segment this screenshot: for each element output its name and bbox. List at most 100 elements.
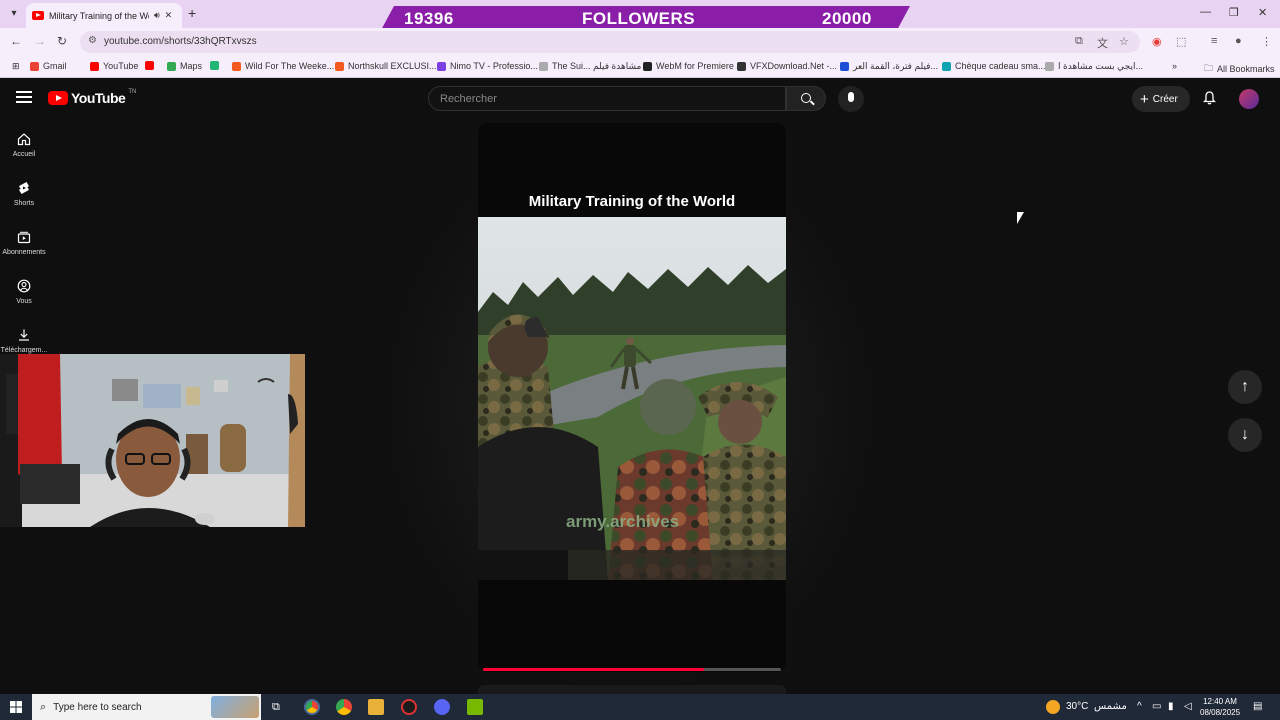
bookmark-star-icon[interactable]: ☆	[1119, 35, 1129, 48]
tray-chevron-icon[interactable]: ^	[1137, 701, 1142, 712]
sidebar-item-subscriptions[interactable]: Abonnements	[0, 230, 48, 256]
browser-menu-icon[interactable]: ⋮	[1261, 35, 1272, 48]
folder-icon: 🗀	[1204, 63, 1214, 73]
new-tab-button[interactable]: +	[188, 5, 196, 21]
task-view-icon[interactable]: ⧉	[272, 701, 280, 714]
bookmark-label: Northskull EXCLUSI...	[348, 61, 437, 71]
weather-sun-icon[interactable]	[1046, 700, 1060, 714]
video-progress-bar[interactable]	[483, 668, 781, 671]
youtube-favicon-icon	[32, 11, 44, 20]
bookmark-favicon-icon	[437, 61, 446, 71]
restore-icon[interactable]: ❐	[1229, 6, 1239, 19]
back-icon[interactable]: ←	[10, 34, 22, 48]
bookmark-item[interactable]: Wild For The Weeke...	[232, 61, 334, 71]
account-avatar[interactable]	[1239, 89, 1259, 109]
bookmark-label: Nimo TV - Professio...	[450, 61, 538, 71]
bookmark-item[interactable]: Gmail	[30, 61, 67, 71]
install-app-icon[interactable]: ⧉	[1075, 35, 1083, 48]
speaker-icon[interactable]: 🔊︎	[154, 10, 160, 21]
youtube-play-icon	[48, 91, 68, 105]
reload-icon[interactable]: ↻	[57, 34, 67, 48]
bookmark-label: WebM for Premiere	[656, 61, 734, 71]
video-overlay-title: Military Training of the World	[528, 193, 736, 210]
nvidia-icon[interactable]	[467, 699, 483, 715]
windows-start-icon[interactable]	[10, 701, 22, 713]
file-explorer-icon[interactable]	[368, 699, 384, 715]
previous-short-button[interactable]: ↑	[1228, 370, 1262, 404]
profile-icon[interactable]: ●	[1235, 35, 1242, 47]
bookmark-item[interactable]: YouTube	[90, 61, 138, 71]
youtube-wordmark: YouTube	[71, 90, 126, 106]
bookmark-favicon-icon	[737, 61, 746, 71]
apps-grid-icon[interactable]: ⊞	[12, 61, 20, 72]
search-input[interactable]	[440, 93, 770, 105]
site-info-icon[interactable]: ⚙︎	[88, 35, 97, 46]
translate-icon[interactable]: 文	[1097, 35, 1108, 51]
bookmark-favicon-icon	[210, 61, 219, 70]
extensions-puzzle-icon[interactable]: ⬚	[1176, 35, 1186, 48]
create-button[interactable]: + Créer	[1132, 86, 1190, 112]
shorts-icon	[19, 182, 29, 194]
chrome-profile-icon[interactable]	[336, 699, 352, 715]
bookmark-item[interactable]	[145, 61, 154, 70]
weather-description: مشمس	[1094, 701, 1127, 712]
bookmark-item[interactable]: Northskull EXCLUSI...	[335, 61, 437, 71]
bookmark-label: Wild For The Weeke...	[245, 61, 335, 71]
discord-icon[interactable]	[434, 699, 450, 715]
search-button[interactable]	[786, 86, 826, 111]
bookmark-favicon-icon	[145, 61, 154, 70]
bookmark-favicon-icon	[30, 61, 39, 71]
bookmark-label: Maps	[180, 61, 203, 71]
bookmark-label: Chèque cadeau sma...	[955, 61, 1046, 71]
bookmark-label: فيلم فترة، القمة العر...	[853, 61, 938, 71]
chrome-icon[interactable]	[304, 699, 320, 715]
microphone-tray-icon[interactable]: ▮	[1168, 701, 1174, 712]
bookmark-favicon-icon	[232, 61, 241, 71]
network-icon[interactable]: ▭	[1152, 701, 1161, 712]
media-control-icon[interactable]: ≡	[1211, 35, 1217, 47]
followers-goal: 20000	[822, 9, 872, 28]
notifications-bell-icon[interactable]	[1203, 91, 1216, 105]
close-tab-icon[interactable]: ✕	[165, 10, 173, 21]
next-short-button[interactable]: ↓	[1228, 418, 1262, 452]
plus-icon: +	[1140, 90, 1149, 108]
notification-center-icon[interactable]: ▤	[1253, 701, 1262, 712]
obs-icon[interactable]	[401, 699, 417, 715]
hamburger-menu-icon[interactable]	[16, 91, 32, 103]
extension-record-icon[interactable]: ◉	[1152, 35, 1162, 48]
all-bookmarks[interactable]: 🗀 All Bookmarks	[1204, 61, 1275, 77]
bookmark-item[interactable]: فيلم فترة، القمة العر...	[840, 61, 938, 72]
volume-icon[interactable]: ◁	[1184, 701, 1192, 712]
bookmark-item[interactable]: WebM for Premiere	[643, 61, 734, 71]
voice-search-button[interactable]	[838, 86, 864, 112]
browser-toolbar: ← → ↻ ⚙︎ youtube.com/shorts/33hQRTxvszs …	[0, 28, 1280, 56]
shorts-player[interactable]: Military Training of the World army.arch…	[478, 123, 786, 672]
active-tab[interactable]: Military Training of the World 🔊︎ ✕	[26, 3, 182, 28]
bookmark-item[interactable]: The Sui... مشاهدة فيلم	[539, 61, 641, 72]
bookmark-item[interactable]: VFXDownload.Net -...	[737, 61, 837, 71]
system-clock[interactable]: 12:40 AM 08/08/2025	[1200, 696, 1240, 718]
tab-search-icon[interactable]: ▾	[6, 6, 22, 22]
sidebar-label-subscriptions: Abonnements	[2, 249, 46, 256]
youtube-logo[interactable]: YouTube TN	[48, 89, 136, 106]
bookmark-item[interactable]: Maps	[167, 61, 202, 71]
bookmark-favicon-icon	[90, 61, 99, 71]
bookmark-item[interactable]: ايجي بست مشاهدة ا...	[1045, 61, 1143, 72]
sidebar-item-shorts[interactable]: Shorts	[0, 181, 48, 207]
bookmark-label: ايجي بست مشاهدة ا...	[1058, 61, 1143, 71]
more-bookmarks-icon[interactable]: »	[1172, 61, 1177, 71]
bookmark-item[interactable]	[210, 61, 219, 70]
bookmark-item[interactable]: Chèque cadeau sma...	[942, 61, 1046, 71]
video-watermark: army.archives	[566, 512, 680, 531]
address-bar[interactable]: ⚙︎ youtube.com/shorts/33hQRTxvszs	[80, 31, 1140, 53]
sidebar-item-home[interactable]: Accueil	[0, 132, 48, 158]
taskbar-search[interactable]: ⌕ Type here to search	[32, 694, 261, 720]
minimize-icon[interactable]: —	[1200, 6, 1211, 18]
sidebar-item-you[interactable]: Vous	[0, 279, 48, 305]
bookmark-item[interactable]: Nimo TV - Professio...	[437, 61, 538, 71]
close-window-icon[interactable]: ✕	[1258, 6, 1267, 19]
bookmark-label: Gmail	[43, 61, 67, 71]
sidebar-item-downloads[interactable]: Téléchargem...	[0, 328, 48, 354]
webcam-overlay	[0, 354, 305, 527]
forward-icon[interactable]: →	[34, 34, 46, 48]
